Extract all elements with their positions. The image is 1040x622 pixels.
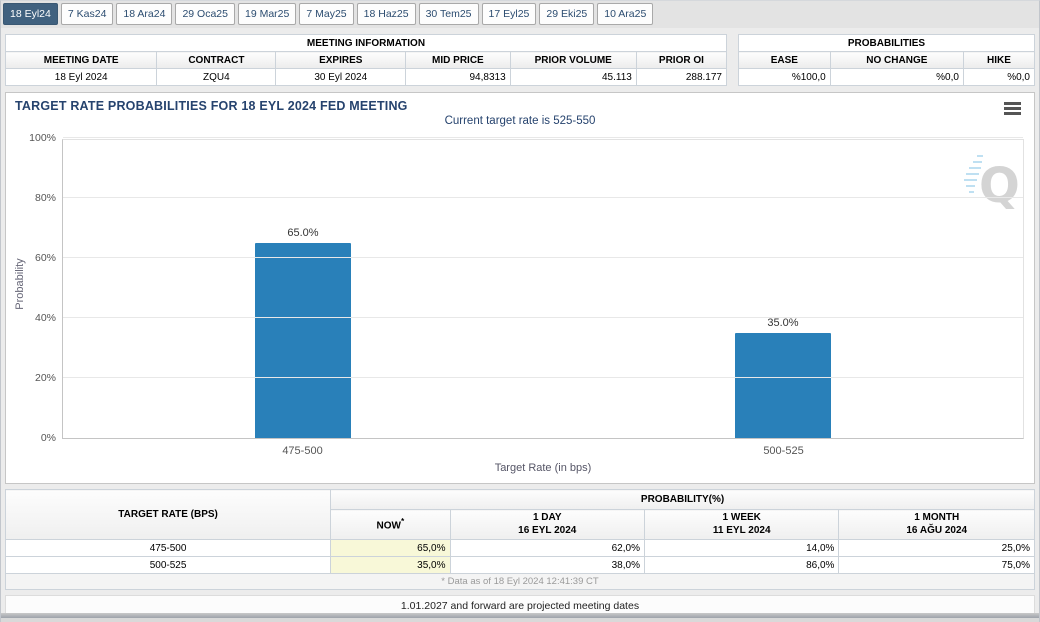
column-header: PRIOR VOLUME xyxy=(509,51,637,69)
period-date: 11 EYL 2024 xyxy=(712,524,771,536)
table-title: MEETING INFORMATION xyxy=(5,34,727,52)
meeting-date-tabbar: 18 Eyl24 7 Kas24 18 Ara24 29 Oca25 19 Mar25 7… xyxy=(1,1,1039,28)
probability-cell: 38,0% xyxy=(449,556,645,574)
target-rate-cell: 500-525 xyxy=(4,556,332,574)
meeting-date-tab[interactable]: 10 Ara25 xyxy=(597,3,654,25)
gridline xyxy=(63,377,1023,378)
column-header: HIKE xyxy=(962,51,1036,69)
period-label: 1 WEEK xyxy=(722,512,761,523)
y-axis-tick-label: 100% xyxy=(29,132,56,144)
now-probability-cell: 65,0% xyxy=(330,539,451,557)
bar-slot: 35.0% xyxy=(543,140,1023,438)
probability-cell: 62,0% xyxy=(449,539,645,557)
cell-value: 45.113 xyxy=(509,68,637,86)
probability-bar[interactable] xyxy=(255,243,351,438)
now-column-header: NOW* xyxy=(330,509,451,540)
meeting-date-tab[interactable]: 18 Ara24 xyxy=(116,3,173,25)
table-row: 500-525 35,0% 38,0% 86,0% 75,0% xyxy=(4,556,1035,574)
data-as-of-footnote: * Data as of 18 Eyl 2024 12:41:39 CT xyxy=(5,573,1035,590)
cell-value: 94,8313 xyxy=(405,68,511,86)
y-axis-tick-label: 20% xyxy=(34,372,56,384)
bar-value-label: 65.0% xyxy=(287,227,319,239)
meeting-date-tab[interactable]: 30 Tem25 xyxy=(418,3,479,25)
meeting-date-tab[interactable]: 17 Eyl25 xyxy=(481,3,537,25)
column-header: MEETING DATE xyxy=(4,51,158,69)
cell-value: %0,0 xyxy=(962,68,1036,86)
column-header: EASE xyxy=(738,51,831,69)
period-column-header: 1 MONTH 16 AĞU 2024 xyxy=(838,509,1035,540)
gridline xyxy=(63,317,1023,318)
gridline xyxy=(63,257,1023,258)
meeting-information-table: MEETING INFORMATION MEETING DATE CONTRACT E… xyxy=(4,34,728,86)
probability-detail-table: TARGET RATE (BPS) PROBABILITY(%) NOW* 1 DAY… xyxy=(4,489,1035,590)
probability-cell: 25,0% xyxy=(838,539,1035,557)
period-column-header: 1 DAY 16 EYL 2024 xyxy=(449,509,645,540)
meeting-date-tab[interactable]: 29 Eki25 xyxy=(539,3,595,25)
table-title: PROBABILITIES xyxy=(738,34,1035,52)
chart-subtitle: Current target rate is 525-550 xyxy=(444,115,596,127)
period-date: 16 EYL 2024 xyxy=(518,524,577,536)
meeting-date-tab[interactable]: 29 Oca25 xyxy=(175,3,235,25)
x-axis-title: Target Rate (in bps) xyxy=(494,462,592,474)
column-header: PRIOR OI xyxy=(635,51,728,69)
table-row: 475-500 65,0% 62,0% 14,0% 25,0% xyxy=(4,539,1035,557)
period-column-header: 1 WEEK 11 EYL 2024 xyxy=(643,509,840,540)
meeting-date-tab[interactable]: 18 Haz25 xyxy=(356,3,416,25)
cell-value: %100,0 xyxy=(738,68,831,86)
column-header: NO CHANGE xyxy=(829,51,964,69)
x-axis-category-label: 475-500 xyxy=(282,445,323,457)
bar-value-label: 35.0% xyxy=(767,317,799,329)
y-axis-tick-label: 40% xyxy=(34,312,56,324)
column-header: EXPIRES xyxy=(275,51,407,69)
period-label: 1 MONTH xyxy=(914,512,960,523)
gridline xyxy=(63,137,1023,138)
probability-cell: 86,0% xyxy=(643,556,840,574)
cell-value: %0,0 xyxy=(829,68,964,86)
x-axis-category-labels: 475-500 500-525 xyxy=(62,445,1024,457)
cell-value: 288.177 xyxy=(635,68,728,86)
probability-cell: 14,0% xyxy=(643,539,840,557)
cell-value: ZQU4 xyxy=(156,68,277,86)
y-axis-tick-label: 60% xyxy=(34,252,56,264)
chart-title: TARGET RATE PROBABILITIES FOR 18 EYL 202… xyxy=(15,99,408,113)
x-axis-category-label: 500-525 xyxy=(763,445,804,457)
target-rate-probabilities-chart: TARGET RATE PROBABILITIES FOR 18 EYL 202… xyxy=(5,92,1035,484)
probability-bar[interactable] xyxy=(735,333,831,438)
plot-area: Q 65.0% 35.0% xyxy=(62,137,1024,439)
target-rate-cell: 475-500 xyxy=(4,539,332,557)
meeting-date-tab[interactable]: 18 Eyl24 xyxy=(3,3,58,25)
info-tables-row: MEETING INFORMATION MEETING DATE CONTRACT E… xyxy=(4,34,1036,86)
bar-slot: 65.0% xyxy=(63,140,543,438)
period-label: 1 DAY xyxy=(532,512,562,523)
target-rate-header: TARGET RATE (BPS) xyxy=(4,489,332,540)
y-axis-tick-label: 0% xyxy=(40,432,56,444)
meeting-date-tab[interactable]: 19 Mar25 xyxy=(238,3,297,25)
y-axis-tick-label: 80% xyxy=(34,192,56,204)
window-bottom-edge xyxy=(1,618,1039,622)
cell-value: 18 Eyl 2024 xyxy=(4,68,158,86)
now-probability-cell: 35,0% xyxy=(330,556,451,574)
column-header: CONTRACT xyxy=(156,51,277,69)
probabilities-summary-table: PROBABILITIES EASE NO CHANGE HIKE %100,0 %0,0… xyxy=(738,34,1036,86)
meeting-date-tab[interactable]: 7 Kas24 xyxy=(60,3,114,25)
probability-group-header: PROBABILITY(%) xyxy=(330,489,1035,510)
meeting-date-tab[interactable]: 7 May25 xyxy=(299,3,354,25)
period-date: 16 AĞU 2024 xyxy=(906,524,968,536)
gridline xyxy=(63,197,1023,198)
probability-cell: 75,0% xyxy=(838,556,1035,574)
column-header: MID PRICE xyxy=(405,51,511,69)
cell-value: 30 Eyl 2024 xyxy=(275,68,407,86)
